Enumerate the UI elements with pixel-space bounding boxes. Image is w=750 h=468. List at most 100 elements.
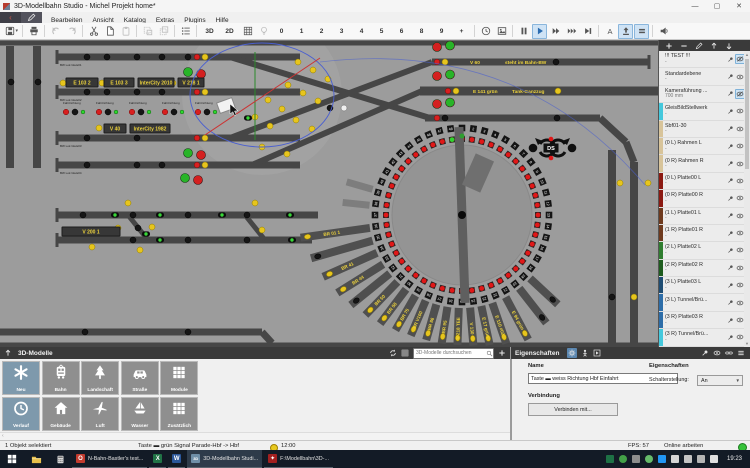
layer-row[interactable]: (0 L) Platte00 L- [659,173,745,190]
track-button[interactable] [134,162,140,168]
turntable-spoke[interactable]: E 94 grün [506,297,529,339]
pin-icon[interactable] [725,280,735,290]
turntable-position-plate[interactable]: 45 [414,135,423,144]
pin-icon[interactable] [725,176,735,186]
track-button[interactable] [125,200,131,206]
turntable-position-dot[interactable] [413,152,418,157]
pin-icon[interactable] [725,159,735,169]
cut-button[interactable] [86,24,101,39]
turntable-position-plate[interactable]: 23 [480,295,488,303]
turntable-position-plate[interactable]: 5 [501,135,510,144]
pin-icon[interactable] [725,124,735,134]
pause-button[interactable] [516,24,531,39]
animation-tab-icon[interactable] [593,349,601,357]
turntable-spoke[interactable]: BR 01 1 [301,228,370,240]
signal-pair[interactable] [181,174,203,185]
labels-button[interactable]: A [602,24,617,39]
turntable-position-plate[interactable]: 19 [519,272,528,281]
track-button[interactable] [171,109,177,115]
track-button[interactable] [265,97,271,103]
pin-icon[interactable] [725,141,735,151]
layer-row[interactable]: (1 R) Platte01 R- [659,225,745,242]
layer-row[interactable]: (2 L) Platte02 L- [659,242,745,259]
turntable-position-dot[interactable] [469,288,474,293]
track-button[interactable] [96,109,102,115]
turntable-position-plate[interactable]: 47 [435,127,443,135]
turntable-position-dot[interactable] [535,212,540,217]
track-button[interactable] [631,294,637,300]
track-button[interactable] [104,89,110,95]
camera-3-button[interactable]: 3 [332,24,351,39]
turntable-position-plate[interactable]: 3 [480,127,488,135]
track-button[interactable] [315,98,321,104]
signal-pair[interactable] [433,98,455,109]
layer-row[interactable]: (1 L) Platte01 L- [659,208,745,225]
track-button[interactable] [284,151,290,157]
turntable-position-dot[interactable] [530,183,535,188]
turntable-position-dot[interactable] [535,222,540,227]
turntable-position-dot[interactable] [430,142,435,147]
pin-icon[interactable] [725,54,735,64]
turntable-position-plate[interactable]: 48 [447,125,454,132]
track-button[interactable] [134,54,140,60]
track-button[interactable] [194,54,200,60]
track-button[interactable] [194,162,200,168]
turntable-position-plate[interactable]: 42 [388,157,397,166]
turntable-spoke[interactable]: E 110 #02 [492,303,507,344]
link-icon[interactable] [725,349,733,357]
turntable-position-plate[interactable]: 44 [404,141,413,150]
model-search-input[interactable] [413,348,494,359]
close-button[interactable]: ✕ [728,0,750,12]
layer-row[interactable]: (0 R) Rahmen R- [659,155,745,172]
track[interactable] [626,142,634,162]
pin-icon[interactable] [725,106,735,116]
category-tile-landschaft[interactable]: Landschaft [81,361,119,395]
turntable-position-plate[interactable]: 6 [510,141,519,150]
turntable-position-dot[interactable] [506,152,511,157]
turntable-position-plate[interactable]: 2 [470,125,477,132]
turntable-position-plate[interactable]: 30 [404,279,413,288]
turntable-position-plate[interactable]: 37 [372,212,379,219]
turntable-position-dot[interactable] [520,259,525,264]
track-button[interactable] [202,89,208,95]
track-button[interactable] [134,89,140,95]
turntable-position-plate[interactable]: 8 [526,157,535,166]
switch-position-select[interactable]: An ▼ [697,375,743,386]
camera-1-button[interactable]: 1 [292,24,311,39]
turntable-position-plate[interactable]: 20 [510,279,519,288]
sound-button[interactable] [656,24,671,39]
layer-row[interactable]: Standardebene- [659,68,745,85]
turntable-spoke[interactable]: V 130 [469,308,476,346]
fast-forward-button[interactable] [548,24,563,39]
track-button[interactable] [279,106,285,112]
layer-row[interactable]: (0 R) Platte00 R- [659,190,745,207]
tray-icon[interactable] [697,455,705,463]
turntable-position-plate[interactable]: 10 [538,177,547,186]
turntable-position-dot[interactable] [533,232,538,237]
track-button[interactable] [244,212,250,218]
track-button[interactable] [445,88,451,94]
category-tile-module[interactable]: Module [160,361,198,395]
online-status[interactable]: Online arbeiten [664,443,703,449]
layer-row[interactable]: Kameraführung ...700 mm [659,86,745,103]
turntable-position-dot[interactable] [479,286,484,291]
layer-row[interactable]: (3 L) Tunnel/Brü...- [659,294,745,311]
turntable-position-dot[interactable] [449,288,454,293]
add-model-icon[interactable] [498,349,506,357]
turntable-position-dot[interactable] [525,250,530,255]
collapse-panel-icon[interactable] [4,349,12,357]
turntable-position-dot[interactable] [389,241,394,246]
track-button[interactable] [434,115,440,121]
layer-row[interactable]: (3 L) Platte03 L- [659,277,745,294]
pin-icon[interactable] [725,298,735,308]
pin-icon[interactable] [725,263,735,273]
gear-icon[interactable] [567,348,577,358]
turntable-position-dot[interactable] [469,137,474,142]
turntable-position-plate[interactable]: 33 [382,254,391,263]
layer-row[interactable]: (3 R) Tunnel/Brü...- [659,329,745,346]
camera-4-button[interactable]: 4 [352,24,371,39]
object-list-button[interactable] [178,24,193,39]
add-layer-icon[interactable] [665,42,673,50]
pin-icon[interactable] [725,211,735,221]
paste-button[interactable] [118,24,133,39]
